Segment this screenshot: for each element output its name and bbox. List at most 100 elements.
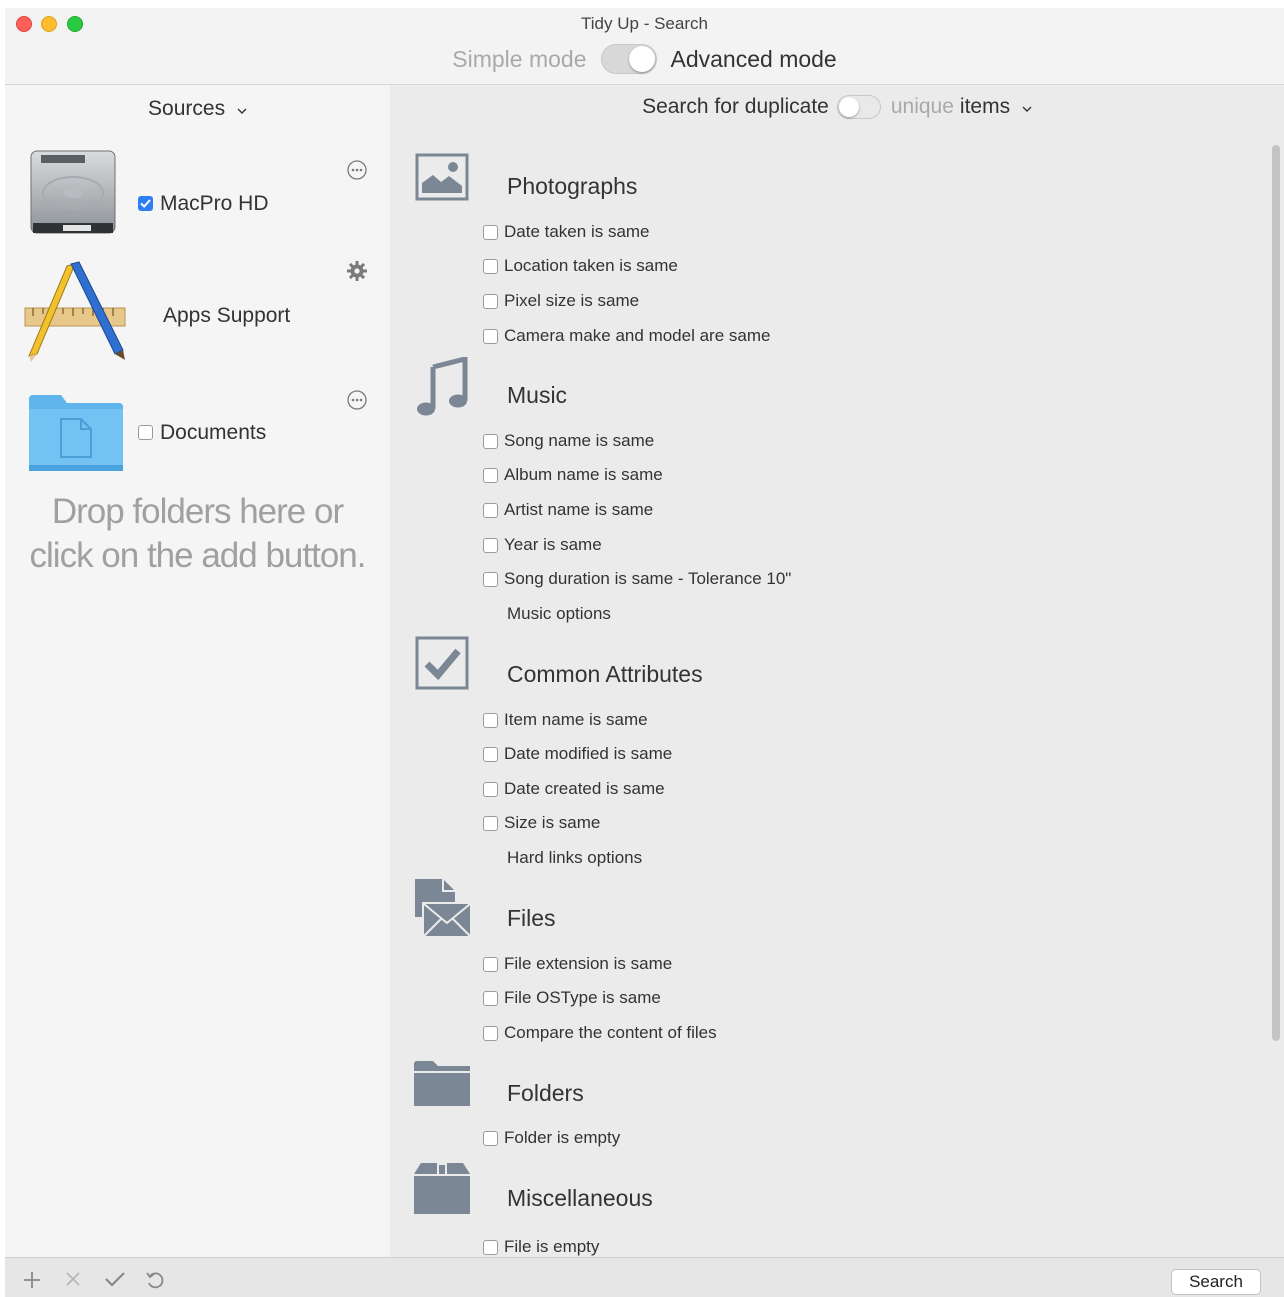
- checkmark-icon: [140, 199, 151, 208]
- source-label: Documents: [160, 421, 267, 444]
- macpro-hd-checkbox[interactable]: [138, 196, 153, 211]
- unique-label[interactable]: unique: [891, 95, 954, 119]
- checkbox[interactable]: [483, 433, 498, 449]
- sources-title: Sources: [148, 97, 226, 120]
- option-file-ostype[interactable]: File OSType is same: [483, 987, 661, 1009]
- option-camera-make[interactable]: Camera make and model are same: [483, 325, 770, 347]
- hard-drive-icon: [30, 150, 116, 234]
- option-location-taken[interactable]: Location taken is same: [483, 255, 678, 277]
- add-icon[interactable]: [22, 1270, 42, 1290]
- source-item-macpro-hd[interactable]: MacPro HD: [5, 145, 390, 245]
- checkbox[interactable]: [483, 502, 498, 518]
- section-title-folders: Folders: [507, 1080, 584, 1106]
- option-pixel-size[interactable]: Pixel size is same: [483, 290, 639, 312]
- documents-checkbox[interactable]: [138, 425, 153, 440]
- option-label: Folder is empty: [504, 1128, 621, 1147]
- option-label: Size is same: [504, 813, 601, 832]
- items-label: items: [959, 95, 1011, 118]
- app-window: Tidy Up - Search Simple mode Advanced mo…: [5, 8, 1284, 1297]
- option-date-modified[interactable]: Date modified is same: [483, 743, 672, 765]
- search-for-label: Search for duplicate: [642, 95, 829, 118]
- hard-links-options-link[interactable]: Hard links options: [507, 848, 642, 868]
- option-label: Compare the content of files: [504, 1023, 717, 1042]
- drop-hint-line: click on the add button.: [29, 536, 367, 575]
- source-label: MacPro HD: [160, 192, 269, 215]
- option-label: Album name is same: [504, 465, 663, 484]
- option-date-taken[interactable]: Date taken is same: [483, 221, 650, 243]
- checkbox[interactable]: [483, 956, 498, 972]
- box-icon: [414, 1163, 470, 1214]
- checkbox[interactable]: [483, 815, 498, 831]
- folder-icon: [414, 1061, 470, 1106]
- mode-toggle[interactable]: [600, 44, 657, 74]
- option-label: Camera make and model are same: [504, 326, 771, 345]
- vertical-scrollbar[interactable]: [1272, 145, 1280, 1041]
- option-label: Artist name is same: [504, 500, 654, 519]
- checkbox[interactable]: [483, 224, 498, 240]
- more-icon[interactable]: [346, 159, 368, 181]
- checkbox[interactable]: [483, 1130, 498, 1146]
- more-icon[interactable]: [346, 389, 368, 411]
- source-item-apps-support[interactable]: Apps Support: [5, 260, 390, 370]
- checkbox[interactable]: [483, 258, 498, 274]
- check-icon[interactable]: [104, 1270, 126, 1288]
- section-title-photographs: Photographs: [507, 173, 638, 199]
- checkbox[interactable]: [483, 712, 498, 728]
- drop-folders-hint: Drop folders here or click on the add bu…: [5, 490, 390, 578]
- option-file-empty[interactable]: File is empty: [483, 1236, 599, 1258]
- source-label: Apps Support: [163, 304, 291, 327]
- search-button[interactable]: Search: [1171, 1269, 1261, 1295]
- gear-icon[interactable]: [346, 260, 368, 282]
- option-year[interactable]: Year is same: [483, 534, 602, 556]
- undo-icon[interactable]: [145, 1270, 165, 1290]
- option-label: Song name is same: [504, 431, 655, 450]
- music-options-link[interactable]: Music options: [507, 604, 611, 624]
- option-album-name[interactable]: Album name is same: [483, 464, 663, 486]
- music-note-icon: [417, 357, 468, 416]
- option-song-name[interactable]: Song name is same: [483, 430, 654, 452]
- section-title-common-attributes: Common Attributes: [507, 661, 703, 687]
- option-label: File is empty: [504, 1237, 600, 1256]
- option-artist-name[interactable]: Artist name is same: [483, 499, 653, 521]
- option-label: Pixel size is same: [504, 291, 640, 310]
- option-date-created[interactable]: Date created is same: [483, 778, 665, 800]
- option-label: Location taken is same: [504, 256, 678, 275]
- option-folder-empty[interactable]: Folder is empty: [483, 1127, 620, 1149]
- option-label: File extension is same: [504, 954, 673, 973]
- checkbox[interactable]: [483, 781, 498, 797]
- chevron-down-icon: [1022, 106, 1032, 112]
- simple-mode-label[interactable]: Simple mode: [452, 46, 586, 73]
- bottom-toolbar: Search: [5, 1257, 1284, 1297]
- sources-menu[interactable]: Sources: [5, 97, 390, 121]
- mode-switch-row: Simple mode Advanced mode: [5, 42, 1284, 76]
- remove-icon[interactable]: [64, 1270, 82, 1288]
- option-file-extension[interactable]: File extension is same: [483, 953, 672, 975]
- source-item-documents[interactable]: Documents: [5, 385, 390, 480]
- checkbox[interactable]: [483, 1239, 498, 1255]
- option-item-name[interactable]: Item name is same: [483, 709, 648, 731]
- items-menu[interactable]: items: [960, 95, 1032, 119]
- criteria-panel: Search for duplicate unique items Photog…: [390, 85, 1284, 1257]
- search-type-row: Search for duplicate unique items: [390, 95, 1284, 119]
- advanced-mode-label[interactable]: Advanced mode: [671, 46, 837, 73]
- option-label: Year is same: [504, 535, 602, 554]
- checkmark-box-icon: [415, 636, 469, 690]
- checkbox[interactable]: [483, 1025, 498, 1041]
- duplicate-unique-toggle[interactable]: [836, 95, 881, 119]
- checkbox[interactable]: [483, 990, 498, 1006]
- app-support-icon: [24, 261, 126, 362]
- option-song-duration[interactable]: Song duration is same - Tolerance 10": [483, 568, 791, 590]
- option-label: Item name is same: [504, 710, 648, 729]
- checkbox[interactable]: [483, 467, 498, 483]
- checkbox[interactable]: [483, 571, 498, 587]
- checkbox[interactable]: [483, 293, 498, 309]
- option-size[interactable]: Size is same: [483, 812, 600, 834]
- option-label: Date created is same: [504, 779, 665, 798]
- title-bar: Tidy Up - Search Simple mode Advanced mo…: [5, 8, 1284, 85]
- checkbox[interactable]: [483, 328, 498, 344]
- section-title-files: Files: [507, 905, 556, 931]
- option-label: File OSType is same: [504, 988, 661, 1007]
- option-compare-content[interactable]: Compare the content of files: [483, 1022, 717, 1044]
- checkbox[interactable]: [483, 537, 498, 553]
- checkbox[interactable]: [483, 746, 498, 762]
